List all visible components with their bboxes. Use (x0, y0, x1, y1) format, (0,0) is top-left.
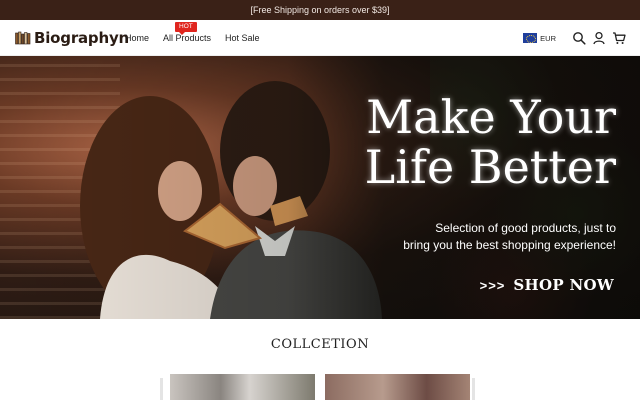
carousel-right-edge (472, 378, 475, 400)
hero-subtitle-line-1: Selection of good products, just to (435, 221, 616, 235)
books-logo-icon (15, 31, 31, 45)
site-header: Biographyn Home HOT All Products Hot Sal… (0, 20, 640, 56)
header-tools: EUR (523, 20, 626, 56)
hero-title: Make Your Life Better (316, 92, 616, 192)
announcement-text: [Free Shipping on orders over $39] (250, 5, 390, 15)
announcement-bar: [Free Shipping on orders over $39] (0, 0, 640, 20)
nav-hot-sale[interactable]: Hot Sale (225, 33, 260, 43)
currency-label: EUR (540, 33, 556, 43)
hero-subtitle: Selection of good products, just to brin… (356, 220, 616, 254)
brand-logo[interactable]: Biographyn (15, 29, 129, 47)
currency-selector[interactable]: EUR (523, 33, 556, 43)
shop-now-button[interactable]: >>> SHOP NOW (480, 276, 614, 294)
arrows-icon: >>> (479, 277, 506, 293)
nav-all-products[interactable]: HOT All Products (163, 22, 212, 43)
hero-title-line-2: Life Better (364, 140, 616, 194)
hero-subtitle-line-2: bring you the best shopping experience! (403, 238, 616, 252)
hero-banner[interactable]: Make Your Life Better Selection of good … (0, 56, 640, 319)
collection-row (0, 374, 640, 400)
brand-name: Biographyn (34, 29, 130, 47)
collection-card[interactable] (170, 374, 315, 400)
shop-now-label: SHOP NOW (513, 276, 614, 294)
main-nav: Home HOT All Products Hot Sale (125, 20, 274, 56)
search-icon[interactable] (572, 31, 586, 45)
hot-badge: HOT (175, 22, 197, 35)
eu-flag-icon (523, 33, 538, 43)
nav-home[interactable]: Home (125, 33, 149, 43)
hero-title-line-1: Make Your (366, 90, 616, 144)
collection-title: COLLCETION (270, 337, 370, 352)
account-icon[interactable] (592, 31, 606, 45)
collection-card[interactable] (325, 374, 470, 400)
nav-all-products-label: All Products (163, 33, 212, 43)
cart-icon[interactable] (612, 31, 626, 45)
